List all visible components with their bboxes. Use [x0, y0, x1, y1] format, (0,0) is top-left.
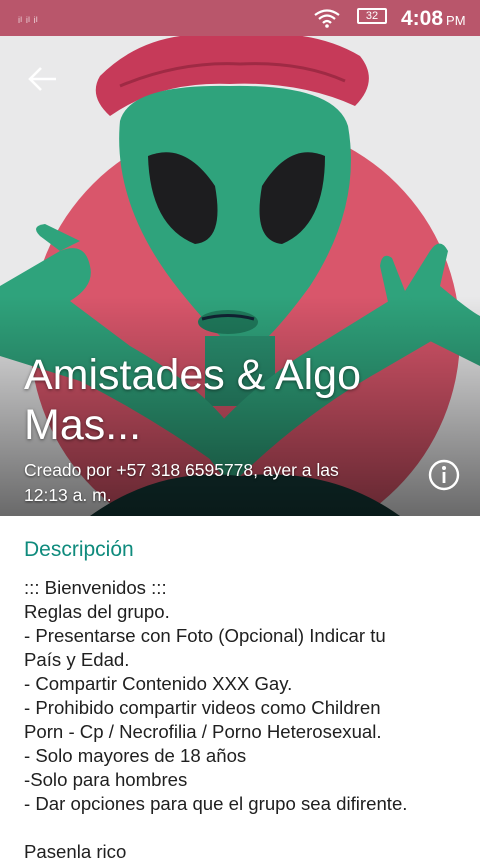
group-title: Amistades & Algo Mas... [24, 350, 434, 450]
battery-icon: 32 [357, 8, 387, 24]
description-line: País y Edad. [24, 649, 130, 670]
info-icon[interactable] [427, 458, 461, 492]
description-line: -Solo para hombres [24, 769, 188, 790]
description-line: - Dar opciones para que el grupo sea dif… [24, 793, 408, 814]
description-line: - Presentarse con Foto (Opcional) Indica… [24, 625, 386, 646]
description-line: - Solo mayores de 18 años [24, 745, 247, 766]
clock-time: 4:08 [401, 7, 444, 30]
status-bar: ᵢₗ ᵢₗ ᵢₗ 32 4:08 PM [0, 0, 480, 36]
description-line: Porn - Cp / Necrofilia / Porno Heterosex… [24, 721, 382, 742]
signal-indicator: ᵢₗ ᵢₗ ᵢₗ [18, 10, 38, 25]
created-by-text: Creado por +57 318 6595778, ayer a las 1… [24, 458, 414, 508]
description-line: - Compartir Contenido XXX Gay. [24, 673, 293, 694]
description-line: ::: Bienvenidos ::: [24, 577, 167, 598]
description-line [24, 816, 464, 840]
group-title-line-2: Mas... [24, 401, 142, 449]
description-line: Pasenla rico [24, 841, 127, 862]
created-by-line-2: 12:13 a. m. [24, 485, 112, 505]
status-clock: 4:08 PM [401, 7, 466, 31]
description-text: ::: Bienvenidos ::: Reglas del grupo.- Pr… [24, 576, 464, 864]
wifi-icon [314, 9, 340, 28]
created-by-line-1: Creado por +57 318 6595778, ayer a las [24, 460, 339, 480]
group-title-line-1: Amistades & Algo [24, 351, 362, 399]
description-heading: Descripción [24, 538, 134, 561]
description-line: - Prohibido compartir videos como Childr… [24, 697, 381, 718]
clock-ampm: PM [446, 13, 466, 28]
group-header: Amistades & Algo Mas... Creado por +57 3… [0, 36, 480, 516]
arrow-back-icon[interactable] [22, 62, 62, 96]
description-line: Reglas del grupo. [24, 601, 170, 622]
